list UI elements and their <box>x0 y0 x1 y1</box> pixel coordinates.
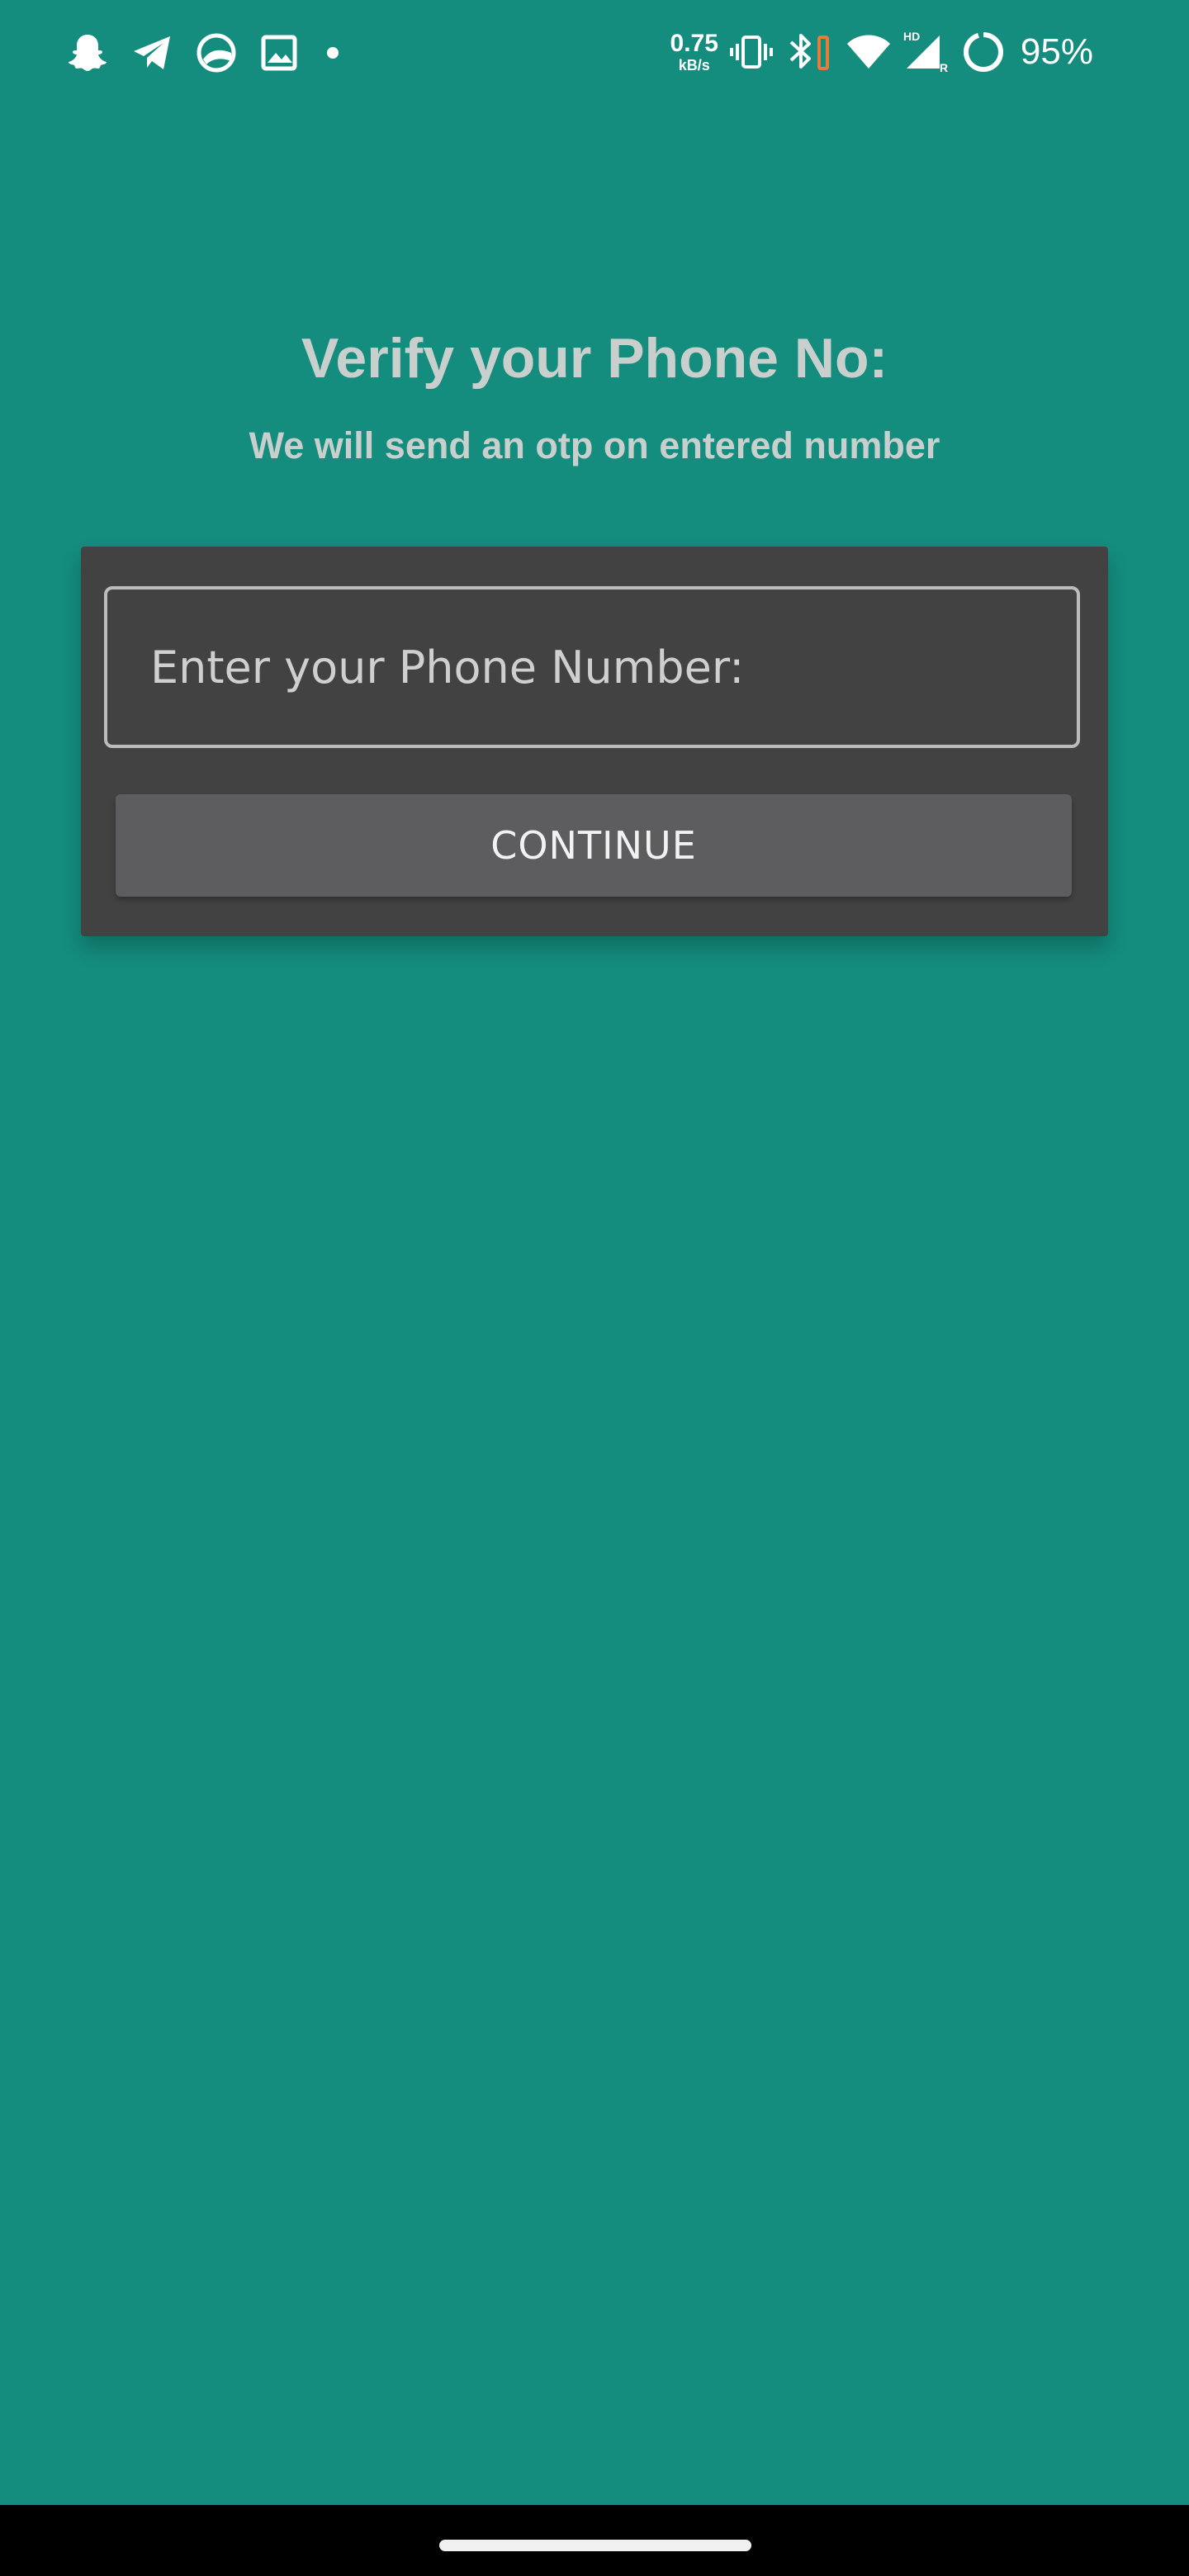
svg-text:HD: HD <box>903 31 920 43</box>
page-subtitle: We will send an otp on entered number <box>249 424 940 466</box>
svg-text:R: R <box>940 61 948 73</box>
network-speed: 0.75 kB/s <box>670 31 718 73</box>
home-gesture-handle[interactable] <box>439 2540 751 2551</box>
page-title: Verify your Phone No: <box>301 327 888 390</box>
navigation-bar <box>0 2505 1189 2576</box>
notification-icons <box>66 30 345 76</box>
wifi-icon <box>846 35 890 69</box>
bluetooth-icon <box>789 34 829 70</box>
telegram-icon <box>134 36 170 69</box>
continue-button[interactable]: CONTINUE <box>116 794 1072 897</box>
network-speed-value: 0.75 <box>670 30 718 57</box>
snapchat-icon <box>69 35 107 71</box>
vibrate-icon <box>729 36 773 69</box>
notification-dot-icon <box>327 47 339 59</box>
gallery-icon <box>261 35 297 71</box>
battery-ring-icon <box>963 31 1003 72</box>
status-bar: 0.75 kB/s HD R 95% <box>0 0 1189 106</box>
system-status-icons: 0.75 kB/s HD R 95% <box>670 25 1093 79</box>
signal-hd-icon: HD R <box>903 31 948 73</box>
battery-percentage: 95% <box>1020 31 1093 72</box>
phone-number-input[interactable] <box>104 586 1080 748</box>
phone-verification-card: CONTINUE <box>81 547 1108 936</box>
network-speed-unit: kB/s <box>678 57 710 73</box>
sync-app-icon <box>197 33 236 73</box>
